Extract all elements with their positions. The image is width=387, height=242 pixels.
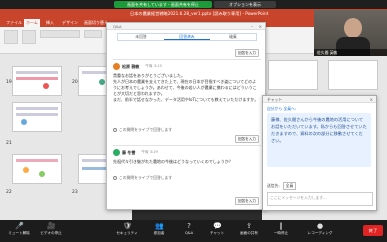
tab-design[interactable]: デザイン bbox=[62, 19, 78, 27]
stop-share-button[interactable]: 画面を共有しています・画面共有を停止 bbox=[114, 1, 212, 8]
slide-number: 19 bbox=[6, 80, 12, 85]
screen-share-bar: 画面を共有しています・画面共有を停止 オプションを表示 bbox=[0, 0, 387, 9]
send-to-row: 送信先: 全員 bbox=[267, 182, 297, 190]
qa-label: Q&A bbox=[184, 231, 194, 235]
answer-live-label: この質問をライブで回答します bbox=[119, 127, 173, 132]
tab-home[interactable]: ホーム bbox=[24, 19, 40, 27]
participants-label: 参加者 bbox=[153, 231, 165, 235]
slide-thumbnail[interactable] bbox=[268, 60, 318, 90]
webcam-video: 佐久間 英敏 bbox=[314, 10, 387, 56]
question-item: 松原 雅敏 午後 3:13 貴重なお話をありがとうございました。 先人が日本の農… bbox=[113, 63, 261, 135]
font-box[interactable] bbox=[40, 30, 80, 38]
microphone-icon: 🎤 bbox=[15, 222, 24, 230]
question-text: 先祖代々引き継がれた農地の今後はどうなっていくのでしょうか？ bbox=[113, 159, 233, 164]
close-icon[interactable]: × bbox=[259, 23, 262, 30]
close-icon[interactable]: × bbox=[370, 96, 373, 103]
chat-sender: 自分から 全員へ: bbox=[267, 106, 297, 111]
qa-window: Q&A – × 未回答 回答済み 破棄 回答を入力 松原 雅敏 午後 3:13 … bbox=[106, 22, 266, 210]
person-head bbox=[344, 18, 362, 38]
question-time: 午後 3:29 bbox=[141, 150, 158, 154]
qa-tabs: 未回答 回答済み 破棄 bbox=[117, 33, 257, 41]
type-answer-button[interactable]: 回答を入力 bbox=[235, 197, 259, 205]
qa-window-title: Q&A bbox=[113, 24, 122, 29]
participants-icon: 👥 bbox=[155, 222, 164, 230]
record-icon: ● bbox=[316, 222, 324, 230]
divider bbox=[113, 145, 261, 146]
slide-thumbnail[interactable] bbox=[12, 154, 62, 184]
slide-number: 22 bbox=[6, 190, 12, 195]
chat-header: チャット × bbox=[263, 96, 376, 103]
send-to-select[interactable]: 全員 bbox=[282, 182, 297, 190]
slide-thumbnail[interactable] bbox=[12, 66, 62, 96]
security-label: セキュリティ bbox=[116, 231, 138, 235]
slide-number: 21 bbox=[6, 141, 12, 146]
send-to-label: 送信先: bbox=[267, 183, 280, 188]
share-screen-icon: ⇪ bbox=[246, 222, 252, 230]
radio-icon bbox=[113, 128, 117, 132]
author-name: 藤 冬雪 bbox=[122, 149, 136, 155]
participants-button[interactable]: 👥 参加者 bbox=[142, 222, 176, 236]
qa-titlebar: Q&A – × bbox=[107, 23, 265, 30]
mute-button[interactable]: 🎤 ミュート解除 bbox=[2, 222, 36, 236]
paste-icon[interactable] bbox=[4, 30, 18, 44]
chat-label: チャット bbox=[209, 231, 225, 235]
slide-thumbnail[interactable] bbox=[12, 102, 62, 132]
pause-icon: ‖ bbox=[279, 222, 283, 230]
end-meeting-button[interactable]: 終了 bbox=[363, 225, 383, 236]
video-icon: 🎥 bbox=[47, 222, 56, 230]
tab-file[interactable]: ファイル bbox=[6, 19, 22, 27]
font-size-box[interactable] bbox=[84, 30, 102, 38]
question-text: 貴重なお話をありがとうございました。 先人が日本の農業を支えてきた上で、現在の日… bbox=[113, 73, 259, 102]
chat-button[interactable]: 💬 チャット bbox=[200, 222, 234, 236]
mute-label: ミュート解除 bbox=[8, 231, 30, 235]
answer-live-option[interactable]: この質問をライブで回答します bbox=[113, 127, 172, 133]
video-label: ビデオの停止 bbox=[40, 231, 62, 235]
tab-insert[interactable]: 挿入 bbox=[46, 19, 54, 27]
avatar bbox=[113, 149, 120, 156]
tab-transitions[interactable]: 画面切り替え bbox=[84, 19, 108, 27]
ppt-window-title: 日本の農業経営戦略2021.6.28_ver1.pptx [読み取り専用] - … bbox=[130, 11, 269, 16]
pause-share-button[interactable]: ‖ 一時停止 bbox=[264, 222, 298, 236]
chat-input[interactable]: ここにメッセージを入力します... bbox=[267, 192, 373, 206]
share-screen-button[interactable]: ⇪ 画面の共有 bbox=[232, 222, 266, 236]
chat-message: 藤様、佐久間さんから今後の農地の活用についてお話をいただいています。私からも回答… bbox=[267, 113, 371, 167]
new-slide-icon[interactable] bbox=[22, 30, 36, 44]
question-author: 松原 雅敏 午後 3:13 bbox=[113, 63, 162, 70]
pause-label: 一時停止 bbox=[273, 231, 289, 235]
slide-number: 20 bbox=[72, 80, 78, 85]
answer-live-label: この質問をライブで回答します bbox=[119, 175, 173, 180]
question-item: 藤 冬雪 午後 3:29 先祖代々引き継がれた農地の今後はどうなっていくのでしょ… bbox=[113, 149, 261, 189]
question-time: 午後 3:13 bbox=[145, 64, 162, 68]
tab-open[interactable]: 未回答 bbox=[118, 34, 164, 40]
record-button[interactable]: ● レコーディング bbox=[300, 222, 340, 236]
meeting-toolbar: 🎤 ミュート解除 🎥 ビデオの停止 🛡 セキュリティ 👥 参加者 ? Q&A 💬… bbox=[0, 220, 387, 242]
view-options-button[interactable]: オプションを表示 bbox=[214, 1, 276, 8]
type-answer-button[interactable]: 回答を入力 bbox=[235, 49, 259, 57]
video-button[interactable]: 🎥 ビデオの停止 bbox=[34, 222, 68, 236]
tab-dismissed[interactable]: 破棄 bbox=[210, 34, 256, 40]
tab-answered[interactable]: 回答済み bbox=[164, 34, 210, 40]
chat-title: チャット bbox=[267, 97, 283, 102]
answer-live-option[interactable]: この質問をライブで回答します bbox=[113, 175, 172, 181]
chat-icon: 💬 bbox=[213, 222, 222, 230]
author-name: 松原 雅敏 bbox=[122, 63, 140, 69]
participant-name: 佐久間 英敏 bbox=[314, 49, 387, 56]
divider bbox=[113, 59, 261, 60]
slide-thumbnail[interactable] bbox=[328, 60, 378, 90]
chat-panel: チャット × 自分から 全員へ: 藤様、佐久間さんから今後の農地の活用についてお… bbox=[262, 95, 377, 211]
security-button[interactable]: 🛡 セキュリティ bbox=[110, 222, 144, 236]
type-answer-button[interactable]: 回答を入力 bbox=[235, 135, 259, 143]
qa-icon: ? bbox=[187, 222, 191, 230]
record-label: レコーディング bbox=[307, 231, 333, 235]
radio-icon bbox=[113, 176, 117, 180]
slide-number: 23 bbox=[72, 190, 78, 195]
share-screen-label: 画面の共有 bbox=[240, 231, 258, 235]
shield-icon: 🛡 bbox=[123, 222, 132, 230]
question-author: 藤 冬雪 午後 3:29 bbox=[113, 149, 158, 156]
avatar bbox=[113, 63, 120, 70]
minimize-icon[interactable]: – bbox=[251, 23, 253, 30]
